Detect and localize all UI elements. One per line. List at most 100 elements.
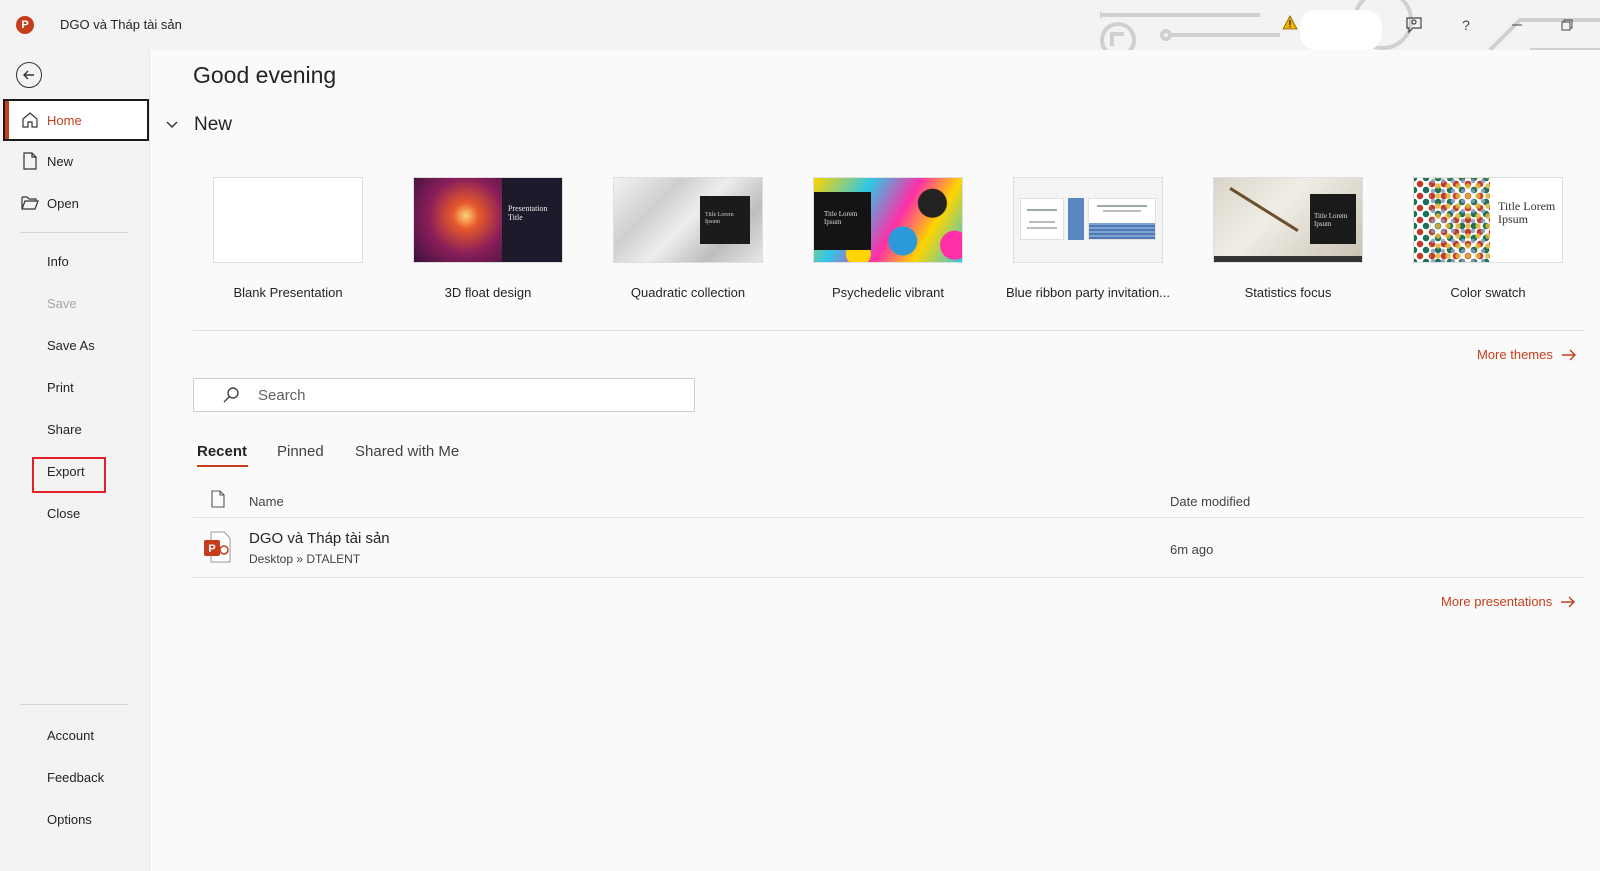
- arrow-right-icon: [1561, 349, 1576, 360]
- search-box[interactable]: [193, 378, 695, 412]
- template-thumbnail[interactable]: Title Lorem Ipsum: [1213, 177, 1363, 263]
- powerpoint-logo-icon: P: [16, 16, 34, 34]
- sidebar-item-account[interactable]: Account: [0, 715, 150, 755]
- thumbnail-bottom-bar: [1214, 256, 1362, 262]
- template-thumbnail[interactable]: Presentation Title: [413, 177, 563, 263]
- sidebar-item-new[interactable]: New: [0, 141, 150, 181]
- template-label: Blank Presentation: [233, 285, 343, 300]
- template-thumbnail[interactable]: Title Lorem Ipsum: [813, 177, 963, 263]
- sidebar-item-label: Save: [47, 295, 77, 311]
- template-label: Color swatch: [1450, 285, 1526, 300]
- template-label: 3D float design: [444, 285, 532, 300]
- sidebar-item-feedback[interactable]: Feedback: [0, 757, 150, 797]
- account-area[interactable]: [1300, 10, 1382, 50]
- restore-icon: [1561, 19, 1573, 31]
- thumbnail-card: [1020, 198, 1064, 240]
- warning-icon[interactable]: [1282, 15, 1298, 31]
- restore-button[interactable]: [1551, 10, 1583, 40]
- back-arrow-icon: [23, 70, 34, 80]
- sidebar-item-print[interactable]: Print: [0, 367, 150, 407]
- thumbnail-title-text: Title Lorem Ipsum: [824, 210, 858, 226]
- thumbnail-ribbon: [1068, 198, 1084, 240]
- more-themes-label: More themes: [1477, 347, 1553, 362]
- template-label: Psychedelic vibrant: [832, 285, 944, 300]
- powerpoint-file-icon: P: [203, 531, 231, 568]
- sidebar-item-share[interactable]: Share: [0, 409, 150, 449]
- thumbnail-pencil: [1229, 187, 1299, 232]
- template-label: Blue ribbon party invitation...: [1005, 285, 1171, 300]
- thumbnail-card: [1088, 198, 1156, 240]
- column-header-date-modified[interactable]: Date modified: [1170, 494, 1250, 509]
- template-thumbnail[interactable]: [213, 177, 363, 263]
- template-thumbnail[interactable]: Title Lorem Ipsum: [613, 177, 763, 263]
- sidebar-item-close[interactable]: Close: [0, 493, 150, 533]
- more-themes-link[interactable]: More themes: [1477, 347, 1577, 362]
- sidebar-divider: [20, 232, 128, 233]
- sidebar-item-save-as[interactable]: Save As: [0, 325, 150, 365]
- arrow-right-icon: [1561, 596, 1576, 607]
- greeting-heading: Good evening: [193, 62, 337, 88]
- more-presentations-link[interactable]: More presentations: [1441, 594, 1576, 609]
- home-icon: [20, 111, 40, 129]
- sidebar-item-label: New: [47, 153, 74, 169]
- app-logo-letter: P: [21, 19, 29, 31]
- back-button[interactable]: [16, 62, 42, 88]
- sidebar-item-label: Feedback: [47, 769, 105, 785]
- sidebar-item-options[interactable]: Options: [0, 799, 150, 839]
- thumbnail-title-text: Title Lorem Ipsum: [1498, 199, 1556, 226]
- sidebar-item-save: Save: [0, 283, 150, 323]
- file-type-icon: [211, 490, 225, 511]
- help-icon: ?: [1462, 17, 1470, 33]
- tab-recent[interactable]: Recent: [197, 443, 247, 460]
- thumbnail-title-text: Presentation Title: [508, 204, 548, 222]
- tab-pinned[interactable]: Pinned: [277, 443, 324, 460]
- chevron-down-icon[interactable]: [166, 116, 182, 134]
- folder-open-icon: [20, 195, 40, 211]
- template-thumbnail[interactable]: [1013, 177, 1163, 263]
- active-tab-indicator: [197, 465, 248, 467]
- section-divider: [193, 330, 1584, 331]
- export-highlight-box: [32, 457, 106, 493]
- more-presentations-label: More presentations: [1441, 594, 1553, 609]
- table-row[interactable]: P DGO và Tháp tài sản Desktop » DTALENT …: [193, 519, 1584, 578]
- title-bar: P DGO và Tháp tài sản ?: [0, 0, 1600, 50]
- thumbnail-dot-pattern: [1430, 178, 1490, 262]
- thumbnail-title-text: Title Lorem Ipsum: [1314, 212, 1348, 228]
- new-section-title: New: [194, 114, 233, 135]
- search-input[interactable]: [256, 385, 656, 405]
- sidebar-item-label: Home: [47, 112, 82, 128]
- sidebar-item-label: Save As: [47, 337, 95, 353]
- file-date-modified: 6m ago: [1170, 542, 1214, 557]
- feedback-button[interactable]: [1398, 10, 1430, 40]
- sidebar-item-open[interactable]: Open: [0, 183, 150, 223]
- search-icon: [222, 386, 242, 404]
- sidebar-item-info[interactable]: Info: [0, 241, 150, 281]
- backstage-sidebar: Home New Open Info Save Save As Print Sh…: [0, 50, 150, 871]
- minimize-icon: [1512, 24, 1522, 26]
- template-label: Quadratic collection: [630, 285, 746, 300]
- column-header-name[interactable]: Name: [249, 494, 284, 509]
- sidebar-item-label: Close: [47, 505, 81, 521]
- sidebar-item-label: Print: [47, 379, 74, 395]
- new-document-icon: [20, 152, 40, 170]
- file-list-header: Name Date modified: [193, 490, 1584, 518]
- thumbnail-title-text: Title Lorem Ipsum: [705, 212, 734, 225]
- document-title: DGO và Tháp tài sản: [60, 17, 182, 32]
- sidebar-divider: [20, 704, 128, 705]
- tab-shared-with-me[interactable]: Shared with Me: [355, 443, 459, 460]
- person-feedback-icon: [1406, 17, 1422, 34]
- sidebar-item-label: Options: [47, 811, 92, 827]
- sidebar-item-label: Account: [47, 727, 94, 743]
- sidebar-item-label: Share: [47, 421, 82, 437]
- svg-text:P: P: [208, 543, 215, 555]
- template-thumbnail[interactable]: Title Lorem Ipsum: [1413, 177, 1563, 263]
- help-button[interactable]: ?: [1450, 10, 1482, 40]
- sidebar-item-label: Open: [47, 195, 79, 211]
- file-path: Desktop » DTALENT: [249, 552, 361, 566]
- template-label: Statistics focus: [1244, 285, 1332, 300]
- sidebar-item-label: Info: [47, 253, 69, 269]
- file-name[interactable]: DGO và Tháp tài sản: [249, 530, 390, 547]
- new-section-header[interactable]: New: [166, 114, 232, 136]
- minimize-button[interactable]: [1501, 10, 1533, 40]
- sidebar-item-home[interactable]: Home: [3, 99, 149, 141]
